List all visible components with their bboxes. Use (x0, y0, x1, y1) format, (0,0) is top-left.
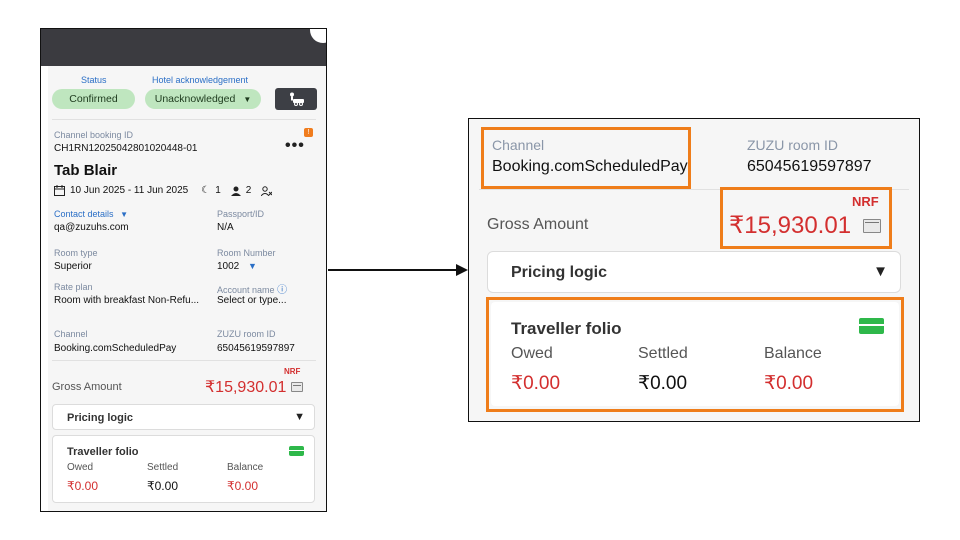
moon-icon: ☾ (201, 185, 211, 196)
balance-label: Balance (764, 345, 822, 362)
channel-label: Channel (54, 329, 88, 339)
room-number-value: 1002 (217, 261, 240, 272)
account-name-input[interactable]: Select or type... (217, 295, 286, 306)
room-type-value: Superior (54, 261, 92, 272)
room-number-label: Room Number (217, 248, 276, 258)
gross-amount-value: ₹15,930.01 (205, 379, 287, 396)
chevron-down-icon: ▼ (243, 94, 252, 104)
status-badge[interactable]: Confirmed (52, 89, 135, 109)
booking-detail-panel: Status Confirmed Hotel acknowledgement U… (40, 28, 327, 512)
owed-label: Owed (511, 345, 553, 362)
chevron-down-icon: ▼ (120, 210, 128, 219)
room-number-field[interactable]: 1002 ▼ (217, 261, 257, 272)
settled-label: Settled (147, 462, 179, 473)
gross-amount-label: Gross Amount (52, 381, 122, 393)
pricing-logic-label: Pricing logic (67, 412, 134, 424)
zoomed-detail-panel: Channel Booking.comScheduledPay ZUZU roo… (468, 118, 920, 422)
owed-label: Owed (67, 462, 94, 473)
chevron-down-icon: ▼ (873, 263, 888, 280)
car-button[interactable] (275, 88, 317, 110)
contact-details-text: Contact details (54, 209, 114, 219)
divider (52, 119, 316, 120)
nrf-badge: NRF (284, 367, 301, 376)
channel-value: Booking.comScheduledPay (54, 343, 177, 354)
close-corner[interactable] (310, 29, 326, 43)
channel-booking-id-label: Channel booking ID (54, 130, 134, 140)
settled-value: ₹0.00 (147, 479, 178, 493)
stay-dates: 10 Jun 2025 - 11 Jun 2025 (70, 185, 189, 196)
traveller-folio-title: Traveller folio (511, 319, 622, 338)
gross-amount-label: Gross Amount (487, 216, 589, 233)
account-name-text: Account name (217, 285, 275, 295)
settled-label: Settled (638, 345, 688, 362)
nrf-badge: NRF (852, 194, 879, 209)
rate-plan-value: Room with breakfast Non-Refu... (54, 295, 200, 306)
channel-label: Channel (492, 137, 545, 153)
contact-details-label[interactable]: Contact details ▼ (54, 209, 128, 219)
zuzu-room-id-value: 65045619597897 (217, 343, 295, 354)
booking-detail-body: Status Confirmed Hotel acknowledgement U… (48, 66, 326, 511)
credit-card-icon[interactable] (289, 446, 304, 456)
guest-name: Tab Blair (54, 162, 118, 179)
owed-value: ₹0.00 (67, 479, 98, 493)
balance-label: Balance (227, 462, 264, 473)
calendar-icon (54, 185, 65, 196)
divider (52, 360, 316, 361)
invoice-icon[interactable] (291, 382, 303, 392)
person-remove-icon[interactable] (261, 185, 273, 196)
hotel-ack-value: Unacknowledged (154, 93, 236, 105)
pricing-logic-dropdown[interactable]: Pricing logic ▼ (52, 404, 315, 430)
settled-value: ₹0.00 (638, 373, 688, 394)
zuzu-room-id-value: 65045619597897 (747, 158, 872, 175)
balance-value: ₹0.00 (227, 479, 258, 493)
more-options-icon[interactable]: ••• (285, 137, 305, 155)
nights-count: 1 (215, 185, 221, 196)
person-icon (230, 186, 241, 196)
arrow-line (328, 269, 458, 271)
passport-label: Passport/ID (217, 209, 265, 219)
car-icon (290, 92, 304, 106)
chevron-down-icon: ▼ (294, 411, 305, 423)
balance-value: ₹0.00 (764, 373, 814, 394)
hotel-ack-label: Hotel acknowledgement (152, 75, 249, 85)
zuzu-room-id-label: ZUZU room ID (747, 137, 838, 153)
room-type-label: Room type (54, 248, 98, 258)
passport-value: N/A (217, 222, 234, 233)
traveller-folio-card[interactable]: Traveller folio Owed ₹0.00 Settled ₹0.00… (52, 435, 315, 503)
stay-info-row: 10 Jun 2025 - 11 Jun 2025 ☾ 1 2 (54, 185, 273, 196)
account-name-label: Account name ⓘ (217, 281, 287, 296)
guests-count: 2 (245, 185, 252, 196)
pricing-logic-dropdown[interactable]: Pricing logic ▼ (487, 251, 901, 293)
zuzu-room-id-label: ZUZU room ID (217, 329, 276, 339)
traveller-folio-title: Traveller folio (67, 446, 139, 458)
contact-details-value: qa@zuzuhs.com (54, 222, 129, 233)
chevron-down-icon: ▼ (248, 261, 257, 271)
invoice-icon[interactable] (863, 219, 881, 233)
status-label: Status (81, 75, 107, 85)
arrow-head (456, 264, 468, 276)
hotel-ack-dropdown[interactable]: Unacknowledged ▼ (145, 89, 261, 109)
traveller-folio-card[interactable]: Traveller folio Owed ₹0.00 Settled ₹0.00… (491, 302, 899, 406)
pricing-logic-label: Pricing logic (511, 264, 608, 281)
credit-card-icon[interactable] (859, 318, 884, 334)
channel-booking-id-value: CH1RN12025042801020448-01 (54, 143, 198, 154)
panel-header (41, 29, 326, 66)
owed-value: ₹0.00 (511, 373, 561, 394)
alert-icon[interactable]: ! (304, 128, 313, 137)
channel-value: Booking.comScheduledPay (492, 158, 688, 175)
rate-plan-label: Rate plan (54, 282, 93, 292)
gross-amount-value: ₹15,930.01 (729, 212, 852, 239)
